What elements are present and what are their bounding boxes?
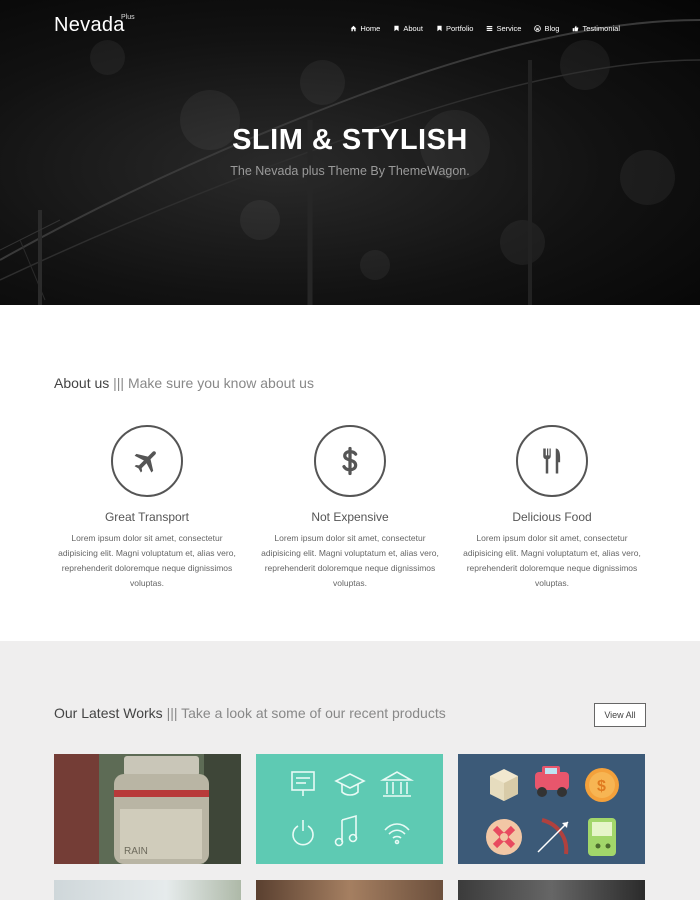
about-section: About us ||| Make sure you know about us… (0, 305, 700, 641)
bookmark-icon (437, 25, 442, 32)
wordpress-icon (534, 25, 542, 32)
portfolio-item-icons[interactable] (256, 754, 443, 864)
bookmark-icon (394, 25, 399, 32)
feature-title: Delicious Food (512, 510, 592, 524)
logo-text[interactable]: Nevada (54, 14, 125, 37)
flat-icons-graphic: $ (486, 766, 619, 856)
feature-icon-circle (516, 425, 588, 497)
presentation-icon (291, 771, 315, 791)
feature-icon-circle (314, 425, 386, 497)
jar-photo: RAIN (54, 754, 241, 864)
feature-food: Delicious Food Lorem ipsum dolor sit ame… (462, 425, 642, 591)
works-heading: Our Latest Works ||| Take a look at some… (54, 705, 446, 721)
view-all-button[interactable]: View All (594, 703, 646, 727)
nav-item-blog[interactable]: Blog (534, 24, 559, 33)
feature-description: Lorem ipsum dolor sit amet, consectetur … (58, 533, 236, 588)
nav-item-service[interactable]: Service (486, 24, 521, 33)
portfolio-item-partial[interactable] (458, 880, 645, 900)
portfolio-item-partial[interactable] (54, 880, 241, 900)
graduation-cap-icon (334, 773, 366, 789)
works-tagline: Take a look at some of our recent produc… (181, 705, 446, 721)
portfolio-item-partial[interactable] (256, 880, 443, 900)
feature-transport: Great Transport Lorem ipsum dolor sit am… (57, 425, 237, 591)
hero-subtitle: The Nevada plus Theme By ThemeWagon. (230, 164, 470, 178)
wifi-icon (384, 823, 410, 831)
nav-label: Blog (544, 24, 560, 33)
nav-item-home[interactable]: Home (350, 24, 380, 33)
nav-label: Home (360, 24, 381, 33)
feature-icon-circle (111, 425, 183, 497)
feature-description: Lorem ipsum dolor sit amet, consectetur … (463, 533, 641, 588)
about-heading: About us ||| Make sure you know about us (54, 375, 314, 391)
works-section: Our Latest Works ||| Take a look at some… (0, 641, 700, 900)
portfolio-item-jar[interactable]: RAIN (54, 754, 241, 864)
hero-title: SLIM & STYLISH (232, 124, 468, 156)
svg-text:$: $ (597, 778, 606, 795)
nav-item-testimonial[interactable]: Testimonial (572, 24, 620, 33)
nav-label: Portfolio (445, 24, 474, 33)
plane-icon (134, 451, 156, 473)
jar-label-text: RAIN (124, 846, 148, 857)
line-icons-graphic (291, 771, 415, 847)
bank-icon (379, 771, 415, 781)
dollar-icon (342, 446, 358, 476)
nav-label: About (403, 24, 423, 33)
about-heading-title: About us (54, 375, 110, 391)
feature-title: Not Expensive (311, 510, 389, 524)
feature-description: Lorem ipsum dolor sit amet, consectetur … (261, 533, 439, 588)
about-tagline: Make sure you know about us (127, 375, 314, 391)
nav-item-portfolio[interactable]: Portfolio (436, 24, 474, 33)
home-icon (351, 25, 357, 32)
feature-expense: Not Expensive Lorem ipsum dolor sit amet… (260, 425, 440, 591)
thumbs-up-icon (573, 25, 579, 32)
cutlery-icon (543, 448, 561, 474)
works-heading-title: Our Latest Works (54, 705, 163, 721)
portfolio-item-flat-icons[interactable]: $ (458, 754, 645, 864)
nav-item-about[interactable]: About (393, 24, 423, 33)
feature-title: Great Transport (104, 510, 190, 524)
nav-label: Testimonial (582, 24, 620, 33)
list-icon (487, 26, 493, 31)
nav-label: Service (496, 24, 522, 33)
bow-arrow-icon (541, 818, 569, 855)
hero-banner: Nevada Plus Home About Portfolio Service… (0, 0, 700, 305)
logo-superscript: Plus (121, 14, 135, 21)
heading-divider: ||| (166, 705, 178, 721)
heading-divider: ||| (113, 375, 125, 391)
main-nav: Home About Portfolio Service Blog Testim… (350, 24, 620, 33)
